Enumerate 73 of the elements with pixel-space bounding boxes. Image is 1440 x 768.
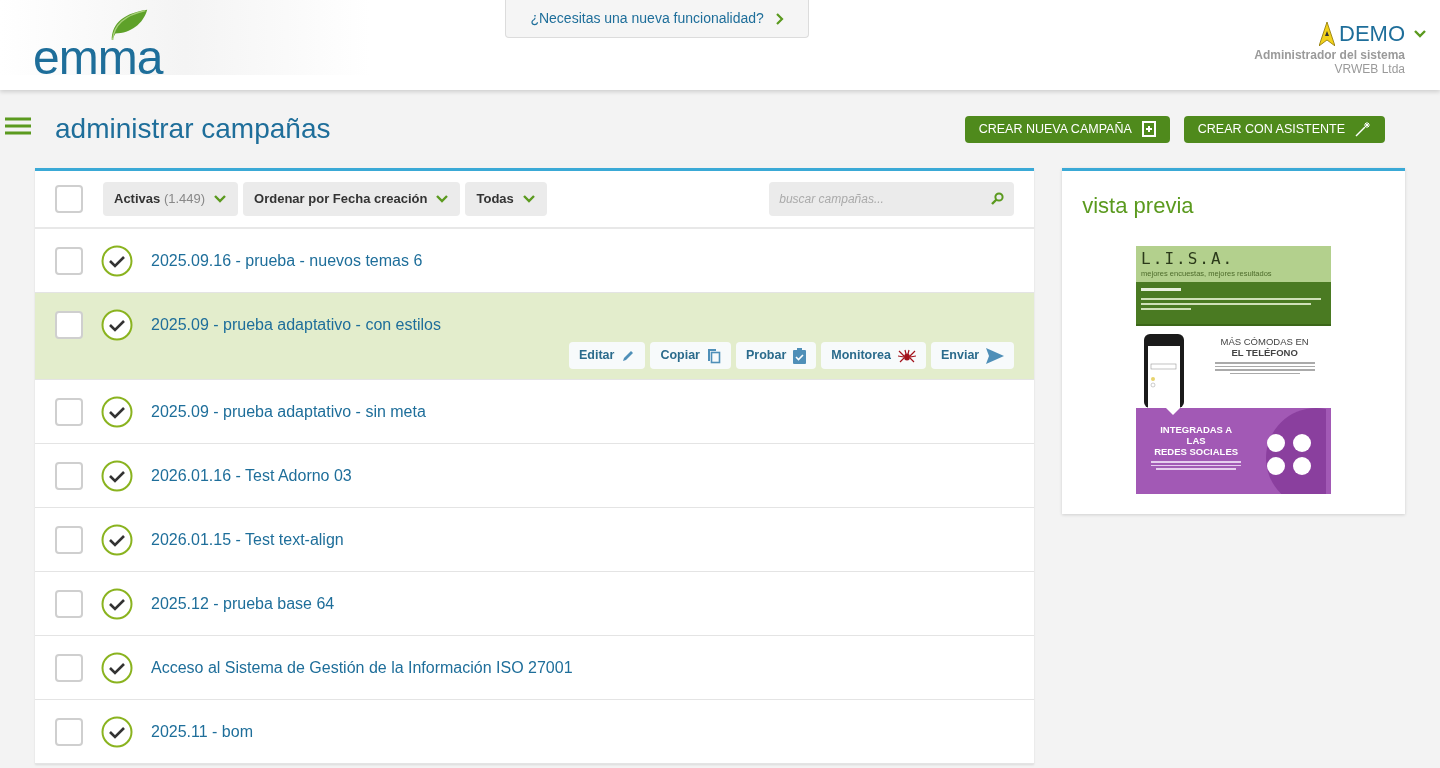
feature-request-link[interactable]: ¿Necesitas una nueva funcionalidad?: [505, 0, 809, 38]
campaign-title[interactable]: 2025.11 - bom: [151, 719, 253, 744]
check-circle-icon: [101, 523, 133, 556]
campaign-title[interactable]: Acceso al Sistema de Gestión de la Información ISO 27001: [151, 655, 573, 680]
logo: emma: [33, 41, 163, 75]
row-action-button[interactable]: Monitorea: [821, 342, 926, 369]
row-action-button[interactable]: Editar: [568, 342, 646, 369]
checkbox[interactable]: [55, 461, 83, 490]
campaign-title[interactable]: 2025.09.16 - prueba - nuevos temas 6: [151, 248, 423, 273]
checkbox[interactable]: [55, 185, 83, 213]
campaign-row[interactable]: 2025.09 - prueba adaptativo - con estilos Editar Copiar Probar Monitorea Enviar: [35, 293, 1035, 380]
chevron-down-icon: [1413, 29, 1427, 39]
copy-icon: [707, 347, 721, 364]
email-heading: REDES SOCIALES: [1154, 446, 1239, 458]
filter-dropdown[interactable]: Todas: [465, 182, 547, 216]
checkbox[interactable]: [55, 397, 83, 426]
chevron-right-icon: [775, 12, 784, 25]
checkbox[interactable]: [55, 653, 83, 682]
campaign-title[interactable]: 2025.09 - prueba adaptativo - sin meta: [151, 399, 426, 424]
campaign-title[interactable]: 2025.12 - prueba base 64: [151, 591, 335, 616]
row-action-button[interactable]: Enviar: [931, 342, 1015, 369]
search-icon: [991, 192, 1005, 205]
create-button[interactable]: CREAR NUEVA CAMPAÑA: [964, 115, 1170, 143]
spider-icon: [898, 348, 916, 363]
campaign-row[interactable]: 2025.09.16 - prueba - nuevos temas 6: [35, 229, 1035, 293]
email-brand: L.I.S.A.: [1141, 250, 1236, 268]
campaign-row[interactable]: 2025.11 - bom: [35, 700, 1035, 764]
plus-square-icon: [1141, 121, 1156, 137]
check-circle-icon: [101, 395, 133, 428]
row-action-button[interactable]: Probar: [736, 342, 817, 369]
badge-icon: [1319, 22, 1335, 46]
campaign-row[interactable]: 2025.12 - prueba base 64: [35, 572, 1035, 636]
check-circle-icon: [101, 244, 133, 277]
filter-dropdown[interactable]: Ordenar por Fecha creación: [243, 182, 461, 216]
magic-wand-icon: [1355, 121, 1371, 137]
checkbox[interactable]: [55, 525, 83, 554]
row-action-button[interactable]: Copiar: [650, 342, 731, 369]
check-circle-icon: [101, 459, 133, 492]
email-heading: EL TELÉFONO: [1231, 347, 1298, 359]
check-circle-icon: [101, 651, 133, 684]
campaign-row[interactable]: 2026.01.15 - Test text-align: [35, 508, 1035, 572]
check-circle-icon: [101, 308, 133, 341]
chevron-down-icon: [521, 194, 536, 204]
email-heading: LAS: [1186, 435, 1206, 447]
chevron-down-icon: [213, 194, 228, 204]
check-circle-icon: [101, 587, 133, 620]
page-title: administrar campañas: [55, 112, 331, 146]
send-icon: [986, 347, 1005, 364]
campaign-title[interactable]: 2025.09 - prueba adaptativo - con estilos: [151, 312, 441, 337]
checkbox[interactable]: [55, 589, 83, 618]
campaign-row[interactable]: Acceso al Sistema de Gestión de la Información ISO 27001: [35, 636, 1035, 700]
create-button[interactable]: CREAR CON ASISTENTE: [1183, 115, 1385, 143]
checkbox[interactable]: [55, 310, 83, 339]
pencil-icon: [621, 348, 636, 363]
checkbox[interactable]: [55, 717, 83, 746]
check-circle-icon: [101, 715, 133, 748]
menu-icon[interactable]: [5, 117, 31, 135]
callout-notch: [1166, 408, 1181, 416]
campaign-row[interactable]: 2025.09 - prueba adaptativo - sin meta: [35, 380, 1035, 444]
search-field[interactable]: buscar campañas...: [769, 182, 1015, 216]
email-heading: MÁS CÓMODAS EN: [1220, 336, 1309, 348]
preview-title: vista previa: [1082, 192, 1194, 220]
chevron-down-icon: [435, 194, 450, 204]
user-name[interactable]: DEMO: [1339, 23, 1405, 45]
campaign-title[interactable]: 2026.01.16 - Test Adorno 03: [151, 463, 352, 488]
filter-dropdown[interactable]: Activas (1.449): [103, 182, 239, 216]
company-name: VRWEB Ltda: [1334, 62, 1405, 76]
user-role: Administrador del sistema: [1254, 48, 1405, 62]
campaign-title[interactable]: 2026.01.15 - Test text-align: [151, 527, 344, 552]
email-heading: INTEGRADAS A: [1160, 424, 1233, 436]
campaign-row[interactable]: 2026.01.16 - Test Adorno 03: [35, 444, 1035, 508]
clipboard-check-icon: [793, 347, 807, 364]
checkbox[interactable]: [55, 246, 83, 275]
